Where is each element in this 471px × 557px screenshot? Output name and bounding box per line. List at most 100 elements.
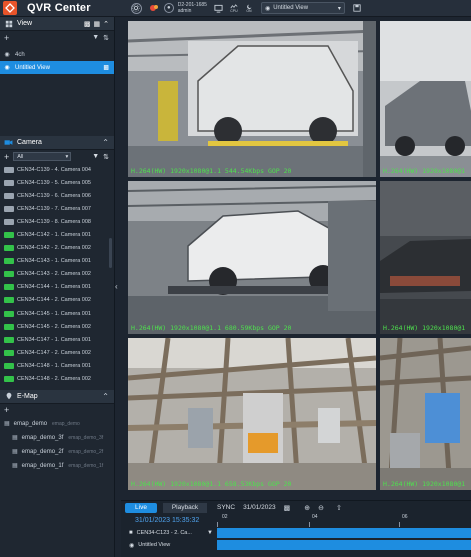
camera-list-item[interactable]: CEN34-C148 - 1. Camera 001	[0, 359, 114, 372]
camera-filter-select[interactable]: All ▾	[13, 152, 72, 161]
add-emap-icon[interactable]: +	[4, 405, 9, 415]
view-section-header[interactable]: View ▩ ▦ ⌃	[0, 17, 114, 31]
emap-label: emap_demo_2f	[21, 448, 64, 455]
camera-list-item[interactable]: CEN34-C139 - 7. Camera 007	[0, 202, 114, 215]
filter-icon[interactable]: ▼	[92, 34, 99, 42]
emap-list-item[interactable]: ▦ emap_demo_2f emap_demo_2f	[0, 445, 114, 459]
emap-section-header[interactable]: E-Map ⌃	[0, 389, 114, 404]
camera-list-item[interactable]: CEN34-C139 - 6. Camera 006	[0, 189, 114, 202]
stream-info-overlay: H.264(HW) 1920x1080@1	[383, 324, 466, 332]
recording-bar[interactable]	[217, 540, 471, 550]
save-view-icon[interactable]	[351, 2, 363, 14]
zoom-out-icon[interactable]: ⊖	[318, 504, 324, 512]
monitor-icon[interactable]	[213, 2, 225, 14]
view-grid-icon	[4, 19, 13, 28]
camera-list-item[interactable]: CEN34-C144 - 2. Camera 002	[0, 294, 114, 307]
chevron-up-icon[interactable]: ⌃	[102, 138, 109, 147]
camera-list-item[interactable]: CEN34-C144 - 1. Camera 001	[0, 281, 114, 294]
video-cell[interactable]: H.264(HW) 1920x1080@1	[380, 21, 471, 177]
eye-icon: ◉	[129, 542, 135, 549]
emap-list-item[interactable]: ▦ emap_demo_3f emap_demo_3f	[0, 431, 114, 445]
view-toolbar: + ▼ ⇅	[0, 31, 114, 44]
timeline-track-camera[interactable]: ■ CEN34-C123 - 2. Ca... ▼	[121, 527, 471, 539]
camera-list-item[interactable]: CEN34-C148 - 2. Camera 002	[0, 373, 114, 386]
camera-feed-image	[128, 338, 376, 490]
date-display[interactable]: 31/01/2023	[243, 504, 276, 511]
emap-sub-label: emap_demo	[52, 420, 80, 427]
video-cell[interactable]: H.264(HW) 1920x1080@1	[380, 338, 471, 490]
ruler-tick-label: 02	[222, 514, 228, 520]
camera-list-item[interactable]: CEN34-C147 - 2. Camera 002	[0, 346, 114, 359]
calendar-icon[interactable]: ▩	[284, 504, 291, 512]
settings-icon[interactable]	[130, 2, 142, 14]
emap-list-item[interactable]: ▦ emap_demo_1f emap_demo_1f	[0, 459, 114, 473]
chevron-down-icon: ▾	[337, 5, 341, 12]
stream-info-overlay: H.264(HW) 1920x1080@1.1 680.59Kbps GOP 2…	[131, 324, 292, 332]
camera-status-icon	[4, 192, 14, 199]
night-mode-icon[interactable]: ON	[243, 2, 255, 14]
view-selector[interactable]: ◉ Untitled View ▾	[260, 2, 345, 14]
eye-icon: ◉	[4, 65, 10, 71]
sidebar-collapse-handle[interactable]: ‹	[115, 282, 121, 298]
chevron-up-icon[interactable]: ⌃	[102, 392, 109, 401]
camera-list-item[interactable]: CEN34-C142 - 2. Camera 002	[0, 242, 114, 255]
current-timestamp: 31/01/2023 15:35:32	[135, 517, 200, 524]
camera-list-item[interactable]: CEN34-C147 - 1. Camera 001	[0, 333, 114, 346]
view-item-4ch[interactable]: ◉ 4ch	[0, 48, 114, 61]
camera-section-title: Camera	[17, 139, 42, 146]
camera-status-icon	[4, 349, 14, 356]
sort-icon[interactable]: ⇅	[103, 34, 109, 42]
zoom-in-icon[interactable]: ⊕	[304, 504, 310, 512]
camera-list-item[interactable]: CEN34-C142 - 1. Camera 001	[0, 228, 114, 241]
filter-icon[interactable]: ▼	[92, 153, 99, 161]
recording-bar[interactable]	[217, 528, 471, 538]
view-item-untitled[interactable]: ◉ Untitled View ▩	[0, 61, 114, 74]
add-view-icon[interactable]: +	[4, 33, 9, 43]
camera-list-item[interactable]: CEN34-C143 - 1. Camera 001	[0, 255, 114, 268]
emap-list-item[interactable]: ▦ emap_demo emap_demo	[0, 417, 114, 431]
layout-icon[interactable]: ▦	[94, 20, 101, 28]
save-icon[interactable]: ▩	[84, 20, 91, 28]
camera-list-scrollbar[interactable]	[109, 238, 112, 268]
add-camera-icon[interactable]: +	[4, 152, 9, 162]
camera-status-icon	[4, 166, 14, 173]
filter-icon[interactable]: ▼	[207, 530, 213, 536]
camera-list-item[interactable]: CEN34-C143 - 2. Camera 002	[0, 268, 114, 281]
camera-list-label: CEN34-C139 - 8. Camera 008	[17, 218, 91, 225]
server-info[interactable]: ● D2-201-1685 admin	[163, 2, 207, 14]
tab-live[interactable]: Live	[125, 502, 157, 513]
camera-section-header[interactable]: Camera ⌃	[0, 136, 114, 150]
camera-list-item[interactable]: CEN34-C139 - 5. Camera 005	[0, 176, 114, 189]
video-cell[interactable]: H.264(HW) 1920x1080@1.1 680.59Kbps GOP 2…	[128, 181, 376, 334]
chevron-up-icon[interactable]: ⌃	[103, 20, 109, 28]
time-ruler[interactable]: 02 04 06	[217, 514, 471, 527]
stream-info-overlay: H.264(HW) 1920x1080@1.1 658.53Kbps GOP 2…	[131, 480, 292, 488]
sort-icon[interactable]: ⇅	[103, 153, 109, 161]
timeline-toolbar: Live Playback SYNC 31/01/2023 ▩ ⊕ ⊖ ⇧	[121, 501, 471, 514]
video-cell[interactable]: H.264(HW) 1920x1080@1.1 658.53Kbps GOP 2…	[128, 338, 376, 490]
camera-list-item[interactable]: CEN34-C139 - 8. Camera 008	[0, 215, 114, 228]
export-icon[interactable]: ⇧	[336, 504, 342, 512]
camera-list-label: CEN34-C143 - 1. Camera 001	[17, 258, 91, 265]
camera-list-label: CEN34-C143 - 2. Camera 002	[17, 271, 91, 278]
video-cell[interactable]: H.264(HW) 1920x1080@1	[380, 181, 471, 334]
camera-status-icon	[4, 310, 14, 317]
eye-icon: ◉	[264, 5, 271, 12]
camera-list-label: CEN34-C142 - 2. Camera 002	[17, 245, 91, 252]
camera-list-label: CEN34-C139 - 7. Camera 007	[17, 205, 91, 212]
timeline-track-view[interactable]: ◉ Untitled View	[121, 539, 471, 551]
camera-list-item[interactable]: CEN34-C145 - 2. Camera 002	[0, 320, 114, 333]
camera-status-icon	[4, 271, 14, 278]
map-pin-icon	[4, 392, 13, 401]
camera-status-icon	[4, 284, 14, 291]
cpu-icon[interactable]: CPU	[228, 2, 240, 14]
camera-list-item[interactable]: CEN34-C139 - 4. Camera 004	[0, 163, 114, 176]
video-cell[interactable]: H.264(HW) 1920x1080@1.1 544.54Kbps GOP 2…	[128, 21, 376, 177]
sync-toggle[interactable]: SYNC	[217, 504, 235, 511]
ruler-tick-label: 06	[402, 514, 408, 520]
status-indicator-icon[interactable]	[148, 2, 160, 14]
camera-feed-image	[380, 181, 471, 334]
camera-list-item[interactable]: CEN34-C145 - 1. Camera 001	[0, 307, 114, 320]
save-icon[interactable]: ▩	[103, 64, 109, 71]
tab-playback[interactable]: Playback	[163, 502, 207, 513]
